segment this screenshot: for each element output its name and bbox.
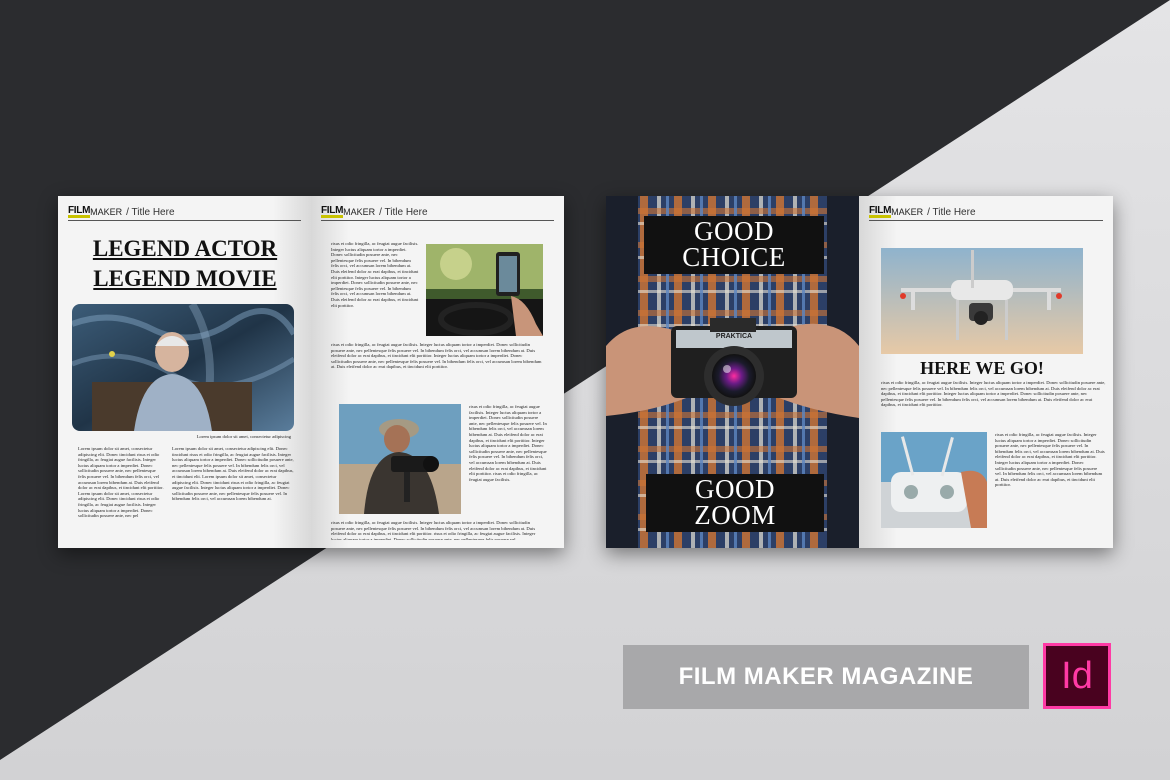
headline-line-1: LEGEND ACTOR xyxy=(92,236,278,261)
body-text-bottom: risus et odio fringilla, ac feugiat augu… xyxy=(331,520,536,540)
headline-line-2: LEGEND MOVIE xyxy=(93,266,277,291)
page-articles: FILM MAKER / Title Here risus et odio fri… xyxy=(311,196,564,548)
camera-brand: PRAKTICA xyxy=(716,333,752,340)
actor-photo xyxy=(72,304,294,431)
cover-title-bottom-line2: ZOOM xyxy=(694,500,776,530)
brand-maker: MAKER xyxy=(90,207,123,217)
body-text-col2: Lorem ipsum dolor sit amet, consectetur … xyxy=(172,446,294,502)
body-text-top-left: risus et odio fringilla, ac feugiat augu… xyxy=(331,241,419,308)
cameraman-photo xyxy=(339,404,461,514)
cover-title-bottom: GOOD ZOOM xyxy=(646,474,824,532)
header-title: / Title Here xyxy=(126,206,175,218)
headline-legend-actor: LEGEND ACTOR LEGEND MOVIE xyxy=(70,234,300,294)
body-text-full-width: risus et odio fringilla, ac feugiat augu… xyxy=(331,342,542,370)
drone-photo xyxy=(881,248,1083,354)
header-title: / Title Here xyxy=(927,206,976,218)
page-here-we-go: FILM MAKER / Title Here HERE WE GO! risus… xyxy=(859,196,1113,548)
body-text-right: risus et odio fringilla, ac feugiat augu… xyxy=(469,404,547,482)
cover-page: PRAKTICA GOOD CHOICE GOOD ZOOM xyxy=(606,196,859,548)
body-text-col1: Lorem ipsum dolor sit amet, consectetur … xyxy=(78,446,164,519)
cover-title-top-line2: CHOICE xyxy=(682,242,786,272)
brand-film: FILM xyxy=(869,205,892,218)
body-text-intro: risus et odio fringilla, ac feugiat augu… xyxy=(881,380,1106,408)
indesign-logo-icon: Id xyxy=(1043,643,1111,709)
cover-title-bottom-line1: GOOD xyxy=(695,474,775,504)
cover-title-top-line1: GOOD xyxy=(694,216,774,246)
headline-here-we-go: HERE WE GO! xyxy=(920,358,1044,378)
photo-caption: Lorem ipsum dolor sit amet, consectetur … xyxy=(196,434,291,439)
brand-maker: MAKER xyxy=(343,207,376,217)
page-header: FILM MAKER / Title Here xyxy=(869,204,1103,221)
brand-maker: MAKER xyxy=(891,207,924,217)
page-header: FILM MAKER / Title Here xyxy=(68,204,301,221)
page-header: FILM MAKER / Title Here xyxy=(321,204,554,221)
brand-film: FILM xyxy=(321,205,344,218)
brand-film: FILM xyxy=(68,205,91,218)
cover-title-top: GOOD CHOICE xyxy=(644,216,824,274)
driver-phone-photo xyxy=(426,244,543,336)
body-text-side: risus et odio fringilla, ac feugiat augu… xyxy=(995,432,1105,488)
magazine-spread-left: FILM MAKER / Title Here LEGEND ACTOR LEGE… xyxy=(58,196,564,548)
header-title: / Title Here xyxy=(379,206,428,218)
product-title-bar: FILM MAKER MAGAZINE xyxy=(623,645,1029,709)
page-legend-actor: FILM MAKER / Title Here LEGEND ACTOR LEGE… xyxy=(58,196,311,548)
magazine-spread-right: PRAKTICA GOOD CHOICE GOOD ZOOM FILM MAKER… xyxy=(606,196,1113,548)
drone-controller-photo xyxy=(881,432,987,528)
